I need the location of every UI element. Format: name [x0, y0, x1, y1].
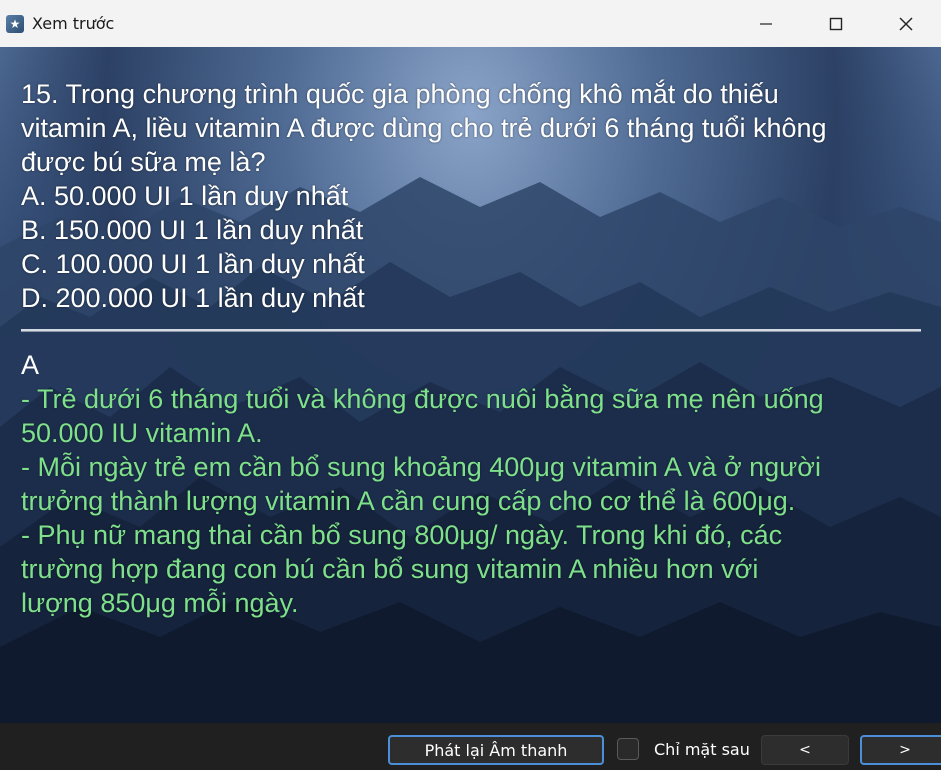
maximize-button[interactable] — [801, 0, 871, 47]
explanation-line: 50.000 IU vitamin A. — [21, 418, 263, 448]
question-line: được bú sữa mẹ là? — [21, 147, 266, 177]
window-controls — [731, 0, 941, 47]
explanation-line: trường hợp đang con bú cần bổ sung vitam… — [21, 554, 759, 584]
maximize-icon — [829, 17, 843, 30]
minimize-button[interactable] — [731, 0, 801, 47]
card-preview: 15. Trong chương trình quốc gia phòng ch… — [0, 47, 941, 723]
card-text: 15. Trong chương trình quốc gia phòng ch… — [21, 77, 926, 620]
option-a: A. 50.000 UI 1 lần duy nhất — [21, 181, 349, 211]
close-button[interactable] — [871, 0, 941, 47]
explanation-block: - Trẻ dưới 6 tháng tuổi và không được nu… — [21, 382, 926, 620]
close-icon — [899, 17, 913, 30]
back-only-label: Chỉ mặt sau — [654, 740, 750, 759]
question-line: 15. Trong chương trình quốc gia phòng ch… — [21, 79, 779, 109]
back-only-checkbox[interactable] — [617, 738, 639, 760]
next-button[interactable]: > — [860, 735, 941, 765]
replay-audio-button[interactable]: Phát lại Âm thanh — [388, 735, 604, 765]
question-block: 15. Trong chương trình quốc gia phòng ch… — [21, 77, 926, 315]
title-bar: ★ Xem trước — [0, 0, 941, 48]
window-title: Xem trước — [32, 14, 115, 33]
answer-letter: A — [21, 350, 40, 380]
answer-separator — [21, 329, 921, 332]
explanation-line: - Mỗi ngày trẻ em cần bổ sung khoảng 400… — [21, 452, 821, 482]
explanation-line: - Trẻ dưới 6 tháng tuổi và không được nu… — [21, 384, 824, 414]
option-d: D. 200.000 UI 1 lần duy nhất — [21, 283, 365, 313]
explanation-line: trưởng thành lượng vitamin A cần cung cấ… — [21, 486, 796, 516]
app-icon: ★ — [6, 14, 24, 33]
minimize-icon — [760, 22, 772, 25]
preview-window: ★ Xem trước 15. Trong chương trình quốc … — [0, 0, 941, 770]
question-line: vitamin A, liều vitamin A được dùng cho … — [21, 113, 827, 143]
option-c: C. 100.000 UI 1 lần duy nhất — [21, 249, 365, 279]
explanation-line: lượng 850μg mỗi ngày. — [21, 588, 299, 618]
option-b: B. 150.000 UI 1 lần duy nhất — [21, 215, 364, 245]
explanation-line: - Phụ nữ mang thai cần bổ sung 800μg/ ng… — [21, 520, 783, 550]
previous-button[interactable]: < — [761, 735, 849, 765]
